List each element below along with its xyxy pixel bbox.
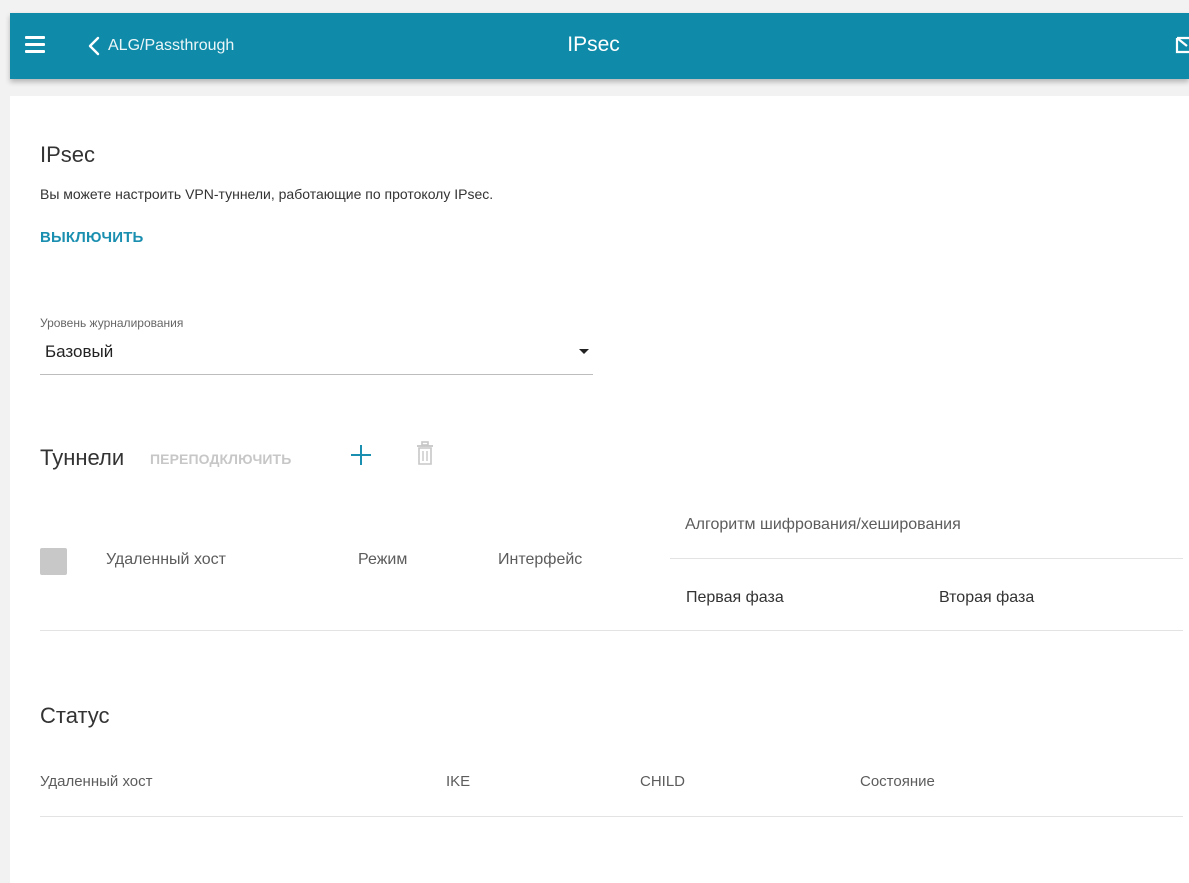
select-all-checkbox[interactable] [40,548,67,575]
col-remote-host: Удаленный хост [106,551,226,568]
top-app-bar: ALG/Passthrough IPsec [10,13,1189,79]
status-title: Статус [40,703,110,728]
page-title: IPsec [567,33,620,56]
col-algorithm: Алгоритм шифрования/хеширования [685,516,961,533]
caret-down-icon [579,349,589,354]
section-description: Вы можете настроить VPN-туннели, работаю… [40,186,494,202]
log-level-value: Базовый [45,342,114,361]
status-col-remote-host: Удаленный хост [40,773,153,790]
plus-icon [351,445,371,465]
trash-icon [417,441,433,465]
status-col-state: Состояние [860,773,935,790]
log-level-select[interactable]: Уровень журналирования Базовый [40,312,593,375]
status-col-child: CHILD [640,773,686,790]
envelope-icon [1175,36,1189,54]
col-mode: Режим [358,551,408,568]
notifications-button[interactable] [1175,35,1189,60]
algorithm-divider [670,558,1183,559]
col-interface: Интерфейс [498,551,583,568]
add-tunnel-button[interactable] [348,442,374,468]
delete-tunnel-button[interactable] [415,441,435,467]
log-level-label: Уровень журналирования [40,316,184,330]
status-col-ike: IKE [446,773,471,790]
section-title: IPsec [40,142,96,167]
reconnect-button[interactable]: ПЕРЕПОДКЛЮЧИТЬ [150,451,291,467]
tunnels-table-divider [40,630,1183,631]
tunnels-title: Туннели [40,445,125,470]
col-phase1: Первая фаза [686,589,784,606]
status-table-divider [40,816,1183,817]
disable-ipsec-button[interactable]: ВЫКЛЮЧИТЬ [40,229,144,246]
main-content: IPsec Вы можете настроить VPN-туннели, р… [10,96,1189,883]
col-phase2: Вторая фаза [939,589,1035,606]
